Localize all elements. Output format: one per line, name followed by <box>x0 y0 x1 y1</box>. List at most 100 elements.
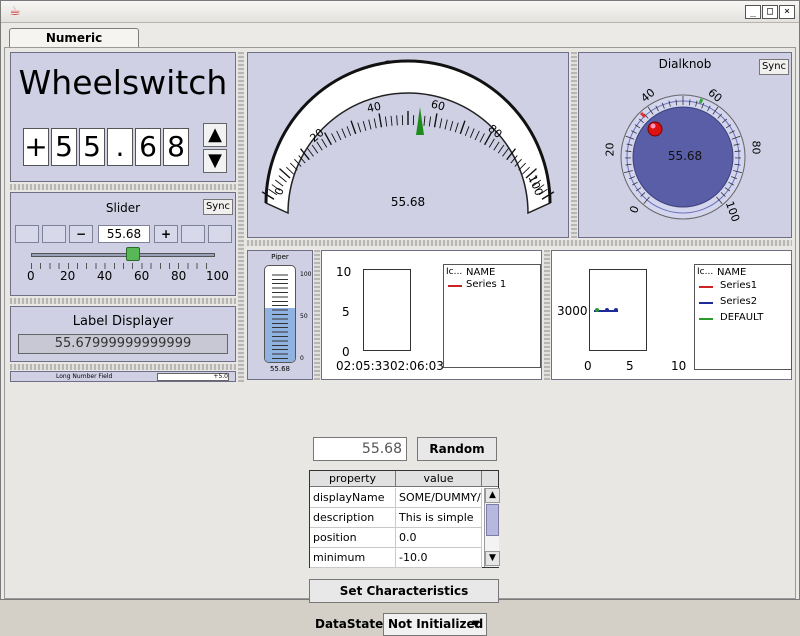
gauger-tick <box>351 121 356 134</box>
gauger-tick <box>480 133 485 142</box>
chart1-plot-area[interactable] <box>363 269 411 351</box>
slider-tick-label: 100 <box>206 269 229 283</box>
wheelswitch-digit-point[interactable]: . <box>107 128 133 166</box>
chart2-legend[interactable]: Ic... NAME Series1 Series2 DEFAULT <box>694 264 792 370</box>
chart2-point <box>614 308 618 312</box>
gauger-tick <box>460 121 465 134</box>
chart1-y-tick: 5 <box>342 305 350 319</box>
chart1-y-tick: 10 <box>336 265 351 279</box>
piper-tick-label: 100 <box>300 271 311 278</box>
slider-panel: Slider Sync − 55.68 + 0 20 40 60 80 100 <box>10 192 236 296</box>
content-area: Wheelswitch + 5 5 . 6 8 ▲ ▼ Slider Sync … <box>4 47 796 599</box>
wheelswitch-digit-sign[interactable]: + <box>23 128 49 166</box>
vertical-splitter[interactable] <box>238 52 244 382</box>
gauger-tick <box>494 142 499 150</box>
table-row[interactable]: minimum -10.0 <box>310 548 482 568</box>
value-field[interactable]: 55.68 <box>313 437 407 461</box>
maximize-button[interactable]: □ <box>762 5 778 19</box>
scroll-up-icon[interactable]: ▲ <box>485 488 500 503</box>
long-number-field-input[interactable]: +5.0 <box>157 373 229 381</box>
dialknob-value: 55.68 <box>579 149 791 163</box>
label-displayer-value: 55.67999999999999 <box>18 334 228 354</box>
slider-tick-label: 20 <box>60 269 75 283</box>
chart2-y-tick: 3000 <box>557 304 588 318</box>
gauger-tick <box>363 121 366 131</box>
wheelswitch-digit[interactable]: 5 <box>51 128 77 166</box>
table-cell: SOME/DUMMY/ <box>396 488 482 508</box>
wheelswitch-up-button[interactable]: ▲ <box>203 123 227 147</box>
chart2-legend-header-name: NAME <box>717 267 746 278</box>
table-row[interactable]: position 0.0 <box>310 528 482 548</box>
table-cell: position <box>310 528 396 548</box>
property-table[interactable]: property value displayName SOME/DUMMY/ d… <box>309 470 499 568</box>
chart2-x-tick: 0 <box>584 359 592 373</box>
dialknob-handle <box>648 122 662 136</box>
set-characteristics-button[interactable]: Set Characteristics <box>309 579 499 603</box>
slider-value-field[interactable]: 55.68 <box>98 225 150 243</box>
chart2-point <box>605 308 609 312</box>
chart2-point <box>595 308 599 312</box>
table-cell: 0.0 <box>396 528 482 548</box>
close-button[interactable]: × <box>779 5 795 19</box>
gauger-tick <box>489 139 494 148</box>
gauger-value: 55.68 <box>248 195 568 209</box>
piper-ticks <box>272 271 288 359</box>
gauger-tick <box>379 113 381 127</box>
slider-sync-button[interactable]: Sync <box>203 199 233 215</box>
chart1-legend[interactable]: Ic... NAME Series 1 <box>443 264 541 368</box>
wheelswitch-digit[interactable]: 5 <box>79 128 105 166</box>
horizontal-splitter[interactable] <box>10 184 236 190</box>
slider-plus-button[interactable]: + <box>154 225 178 243</box>
chart2-panel: 3000 0 5 10 Ic... NAME Series1 Series2 D… <box>551 250 792 380</box>
gauger-tick <box>424 116 425 126</box>
horizontal-splitter[interactable] <box>10 298 236 304</box>
data-state-select[interactable]: Not Initialized ▼ <box>383 613 487 636</box>
gauger-tick <box>337 131 341 140</box>
slider-tick-label: 60 <box>134 269 149 283</box>
slider-step-box[interactable] <box>15 225 39 243</box>
random-button[interactable]: Random <box>417 437 497 461</box>
gauger-tick <box>429 117 430 127</box>
slider-title: Slider <box>11 201 235 215</box>
long-number-field-label: Long Number Field <box>56 372 112 381</box>
slider-step-box[interactable] <box>181 225 205 243</box>
app-window: ☕ _ □ × Numeric Displayers Wheelswitch +… <box>0 0 800 600</box>
slider-track[interactable] <box>31 253 215 257</box>
table-cell: -10.0 <box>396 548 482 568</box>
wheelswitch-down-button[interactable]: ▼ <box>203 149 227 173</box>
chart2-plot-area[interactable] <box>589 269 647 351</box>
piper-tick-label: 50 <box>300 313 308 320</box>
table-row[interactable]: displayName SOME/DUMMY/ <box>310 488 482 508</box>
minimize-button[interactable]: _ <box>745 5 761 19</box>
scroll-down-icon[interactable]: ▼ <box>485 551 500 566</box>
table-scrollbar[interactable]: ▲ ▼ <box>484 488 499 567</box>
chart1-legend-item: Series 1 <box>466 279 506 290</box>
slider-step-box[interactable] <box>208 225 232 243</box>
vertical-splitter[interactable] <box>544 250 550 380</box>
wheelswitch-digit[interactable]: 8 <box>163 128 189 166</box>
horizontal-splitter[interactable] <box>10 364 236 370</box>
gauger-tick <box>440 118 442 128</box>
gauger-tick <box>455 123 458 133</box>
gauger-tick <box>347 126 351 135</box>
slider-thumb[interactable] <box>126 247 140 261</box>
horizontal-splitter[interactable] <box>247 240 792 246</box>
vertical-splitter[interactable] <box>571 52 577 238</box>
java-app-icon: ☕ <box>7 4 23 20</box>
table-row[interactable]: description This is simple <box>310 508 482 528</box>
vertical-splitter[interactable] <box>314 250 320 380</box>
tab-numeric-displayers[interactable]: Numeric Displayers <box>9 28 139 48</box>
slider-step-box[interactable] <box>42 225 66 243</box>
gauger-tick <box>385 117 386 127</box>
label-displayer-panel: Label Displayer 55.67999999999999 <box>10 306 236 362</box>
slider-tick-label: 0 <box>27 269 35 283</box>
table-header-property: property <box>310 471 396 487</box>
chart2-legend-item: DEFAULT <box>720 312 763 323</box>
data-state-label: DataState <box>315 617 383 631</box>
scroll-thumb[interactable] <box>486 504 499 536</box>
chart1-x-tick: 02:06:03 <box>390 359 444 373</box>
wheelswitch-digit[interactable]: 6 <box>135 128 161 166</box>
slider-minus-button[interactable]: − <box>69 225 93 243</box>
chevron-down-icon: ▼ <box>468 614 484 635</box>
dialknob-panel: Dialknob Sync 0 20 40 60 80 100 55.68 <box>578 52 792 238</box>
